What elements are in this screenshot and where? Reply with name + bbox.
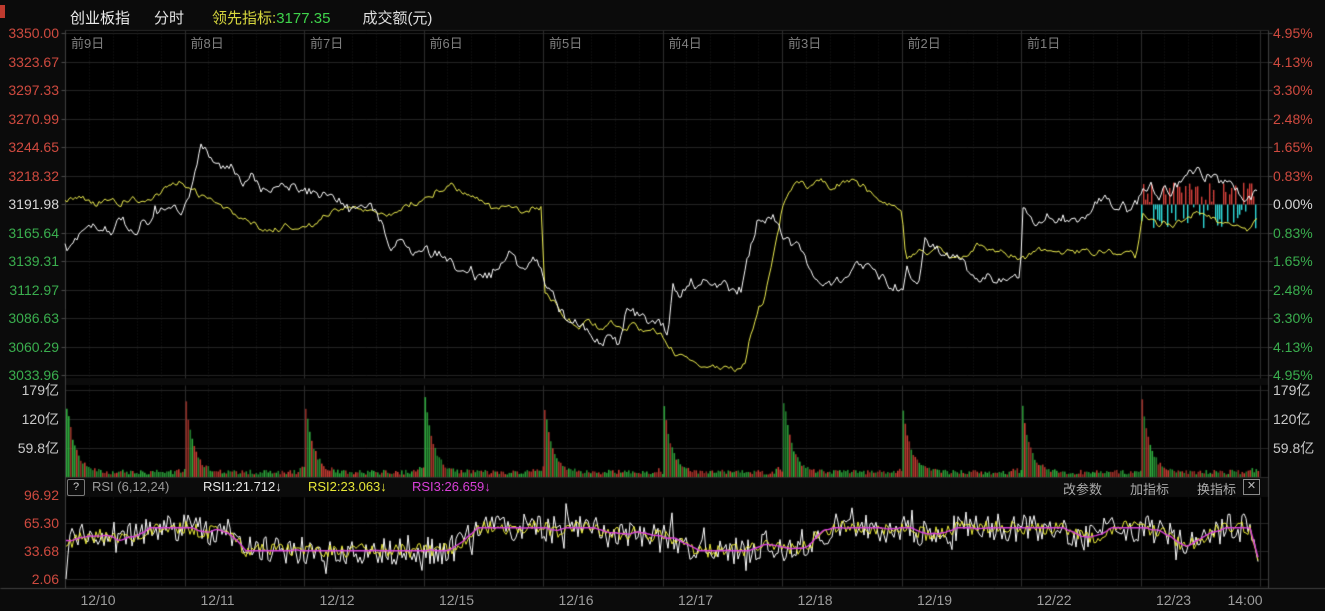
header: 创业板指 分时 领先指标:3177.35 成交额(元) <box>70 7 432 27</box>
rsi2-value: RSI2:23.063↓ <box>308 479 387 494</box>
indicator-toolbar: ? RSI (6,12,24) RSI1:21.712↓ RSI2:23.063… <box>0 478 1325 497</box>
rsi1-value: RSI1:21.712↓ <box>203 479 282 494</box>
turnover-label: 成交额(元) <box>362 10 432 27</box>
stock-chart-app: 创业板指分时领先指标:3177.35成交额(元) 3350.003323.673… <box>0 0 1325 611</box>
leading-indicator-value: 3177.35 <box>276 10 330 27</box>
close-indicator-button[interactable]: ✕ <box>1243 479 1260 495</box>
tab-timeshare[interactable]: 分时 <box>154 10 184 27</box>
symbol-title: 创业板指 <box>70 10 130 27</box>
change-params-button[interactable]: 改参数 <box>1063 479 1102 498</box>
help-button[interactable]: ? <box>67 479 85 496</box>
leading-indicator: 领先指标:3177.35 <box>212 10 330 27</box>
rsi3-value: RSI3:26.659↓ <box>412 479 491 494</box>
rsi-params-label: RSI (6,12,24) <box>92 479 169 494</box>
corner-tick <box>0 5 5 18</box>
leading-indicator-label: 领先指标: <box>212 10 276 27</box>
chart-canvas[interactable] <box>0 0 1325 611</box>
switch-indicator-button[interactable]: 换指标 <box>1197 479 1236 498</box>
add-indicator-button[interactable]: 加指标 <box>1130 479 1169 498</box>
